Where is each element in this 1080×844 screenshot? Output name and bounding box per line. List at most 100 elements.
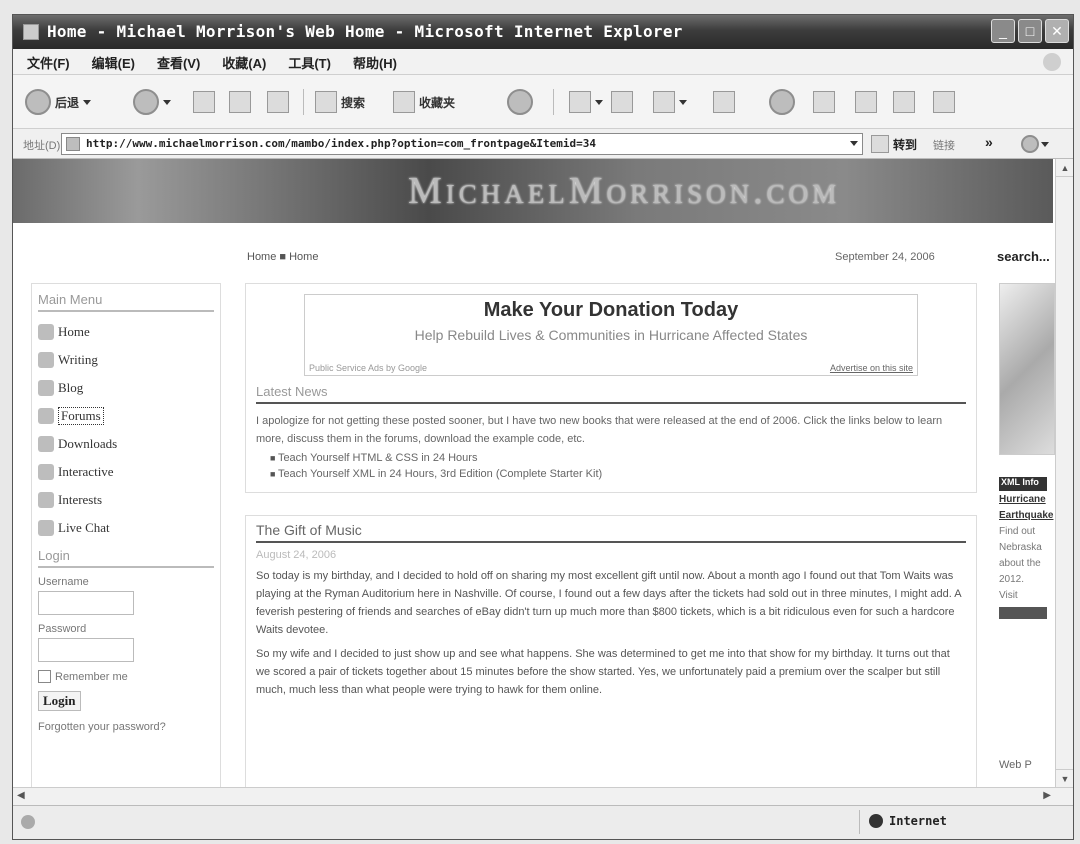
advertise-link[interactable]: Advertise on this site [830,363,913,373]
chevron-down-icon [595,99,603,105]
history-button[interactable] [507,87,533,117]
sidebar-item-writing[interactable]: Writing [38,346,214,374]
menu-help[interactable]: 帮助(H) [353,53,397,72]
back-button[interactable]: 后退 [25,87,92,117]
history-icon [507,89,533,115]
password-field[interactable] [38,638,134,662]
search-input[interactable]: search... [997,249,1050,264]
minimize-button[interactable]: _ [991,19,1015,43]
refresh-button[interactable] [229,87,251,117]
tool-button[interactable] [813,87,835,117]
chevron-down-icon[interactable] [850,141,858,146]
links-more[interactable]: » [985,134,993,150]
username-field[interactable] [38,591,134,615]
sidebar-item-label: Live Chat [58,520,110,535]
url-input[interactable]: http://www.michaelmorrison.com/mambo/ind… [61,133,863,155]
favorites-button[interactable]: 收藏夹 [393,87,455,117]
scroll-left-arrow-icon[interactable]: ◀ [17,790,25,801]
toolbar-separator [553,89,554,115]
home-button[interactable] [267,87,289,117]
menu-favorites[interactable]: 收藏(A) [222,53,266,72]
menu-edit[interactable]: 编辑(E) [92,53,135,72]
window-controls: _ □ ✕ [991,19,1069,43]
page-status-icon [21,815,35,829]
article-title[interactable]: The Gift of Music [256,522,966,543]
home-icon [267,91,289,113]
maximize-button[interactable]: □ [1018,19,1042,43]
scroll-down-arrow-icon[interactable]: ▼ [1056,769,1073,787]
title-bar[interactable]: Home - Michael Morrison's Web Home - Mic… [13,15,1073,49]
sidebar-item-home[interactable]: Home [38,318,214,346]
links-label[interactable]: 链接 [933,137,955,153]
breadcrumb[interactable]: Home ■ Home [247,251,318,263]
research-button[interactable] [855,87,877,117]
toolbar-options-button[interactable] [1021,135,1049,153]
stop-button[interactable] [193,87,215,117]
forward-button[interactable] [133,87,171,117]
menu-file[interactable]: 文件(F) [27,53,70,72]
sidebar-item-label: Forums [58,407,104,425]
web-heading: Web P [999,759,1032,771]
go-button[interactable]: 转到 [871,135,917,153]
sidebar-item-downloads[interactable]: Downloads [38,430,214,458]
promo-link[interactable]: Earthquake [999,509,1055,523]
ad-by-line[interactable]: Public Service Ads by Google [309,363,427,373]
search-icon [315,91,337,113]
login-button[interactable]: Login [38,691,81,711]
back-label: 后退 [55,95,80,110]
media-icon [933,91,955,113]
search-button[interactable]: 搜索 [315,87,365,117]
horizontal-scrollbar[interactable]: ◀ ▶ [13,787,1073,805]
close-button[interactable]: ✕ [1045,19,1069,43]
sidebar-item-interactive[interactable]: Interactive [38,458,214,486]
sidebar-item-blog[interactable]: Blog [38,374,214,402]
ad-headline[interactable]: Make Your Donation Today [305,299,917,322]
go-label: 转到 [893,137,918,152]
menu-tools[interactable]: 工具(T) [288,53,331,72]
research-icon [855,91,877,113]
page-date: September 24, 2006 [835,251,935,263]
remember-me[interactable]: Remember me [38,670,214,683]
menu-view[interactable]: 查看(V) [157,53,200,72]
bookmark-button[interactable] [893,87,915,117]
discuss-button[interactable] [713,87,735,117]
home-icon [38,324,54,340]
print-button[interactable] [611,87,633,117]
sidebar-item-label: Interests [58,492,103,507]
edit-button[interactable] [653,87,687,117]
sidebar-item-label: Blog [58,380,84,395]
article: The Gift of Music August 24, 2006 So tod… [245,515,977,787]
site-logo[interactable]: MichaelMorrison.com [408,169,840,213]
promo-text: about the [999,558,1041,569]
book-link-xml[interactable]: Teach Yourself XML in 24 Hours, 3rd Edit… [270,468,966,480]
favorites-label: 收藏夹 [419,95,456,110]
toolbar-separator [303,89,304,115]
sidebar-item-label: Home [58,324,90,339]
page-viewport: MichaelMorrison.com Home ■ Home Septembe… [13,159,1073,787]
main-content: Make Your Donation Today Help Rebuild Li… [245,283,977,787]
writing-icon [38,352,54,368]
book-link-html-css[interactable]: Teach Yourself HTML & CSS in 24 Hours [270,452,966,464]
scroll-right-arrow-icon[interactable]: ▶ [1043,790,1051,801]
mail-button[interactable] [569,87,603,117]
remember-checkbox[interactable] [38,670,51,683]
forgot-password-link[interactable]: Forgotten your password? [38,719,214,735]
promo-text: Visit [999,590,1018,601]
promo-image[interactable] [999,283,1055,455]
sidebar-item-interests[interactable]: Interests [38,486,214,514]
window-title: Home - Michael Morrison's Web Home - Mic… [47,22,683,41]
ad-banner[interactable]: Make Your Donation Today Help Rebuild Li… [304,294,918,376]
refresh-icon [229,91,251,113]
sidebar-item-live-chat[interactable]: Live Chat [38,514,214,542]
username-label: Username [38,576,89,588]
ad-subline[interactable]: Help Rebuild Lives & Communities in Hurr… [305,327,917,343]
messenger-button[interactable] [769,87,795,117]
vertical-scrollbar[interactable]: ▲ ▼ [1055,159,1073,787]
promo-link[interactable]: Hurricane [999,493,1055,507]
tool-icon [813,91,835,113]
media-button[interactable] [933,87,955,117]
promo-button[interactable] [999,607,1047,619]
sidebar-item-forums[interactable]: Forums [38,402,214,430]
scroll-up-arrow-icon[interactable]: ▲ [1056,159,1073,177]
mail-icon [569,91,591,113]
